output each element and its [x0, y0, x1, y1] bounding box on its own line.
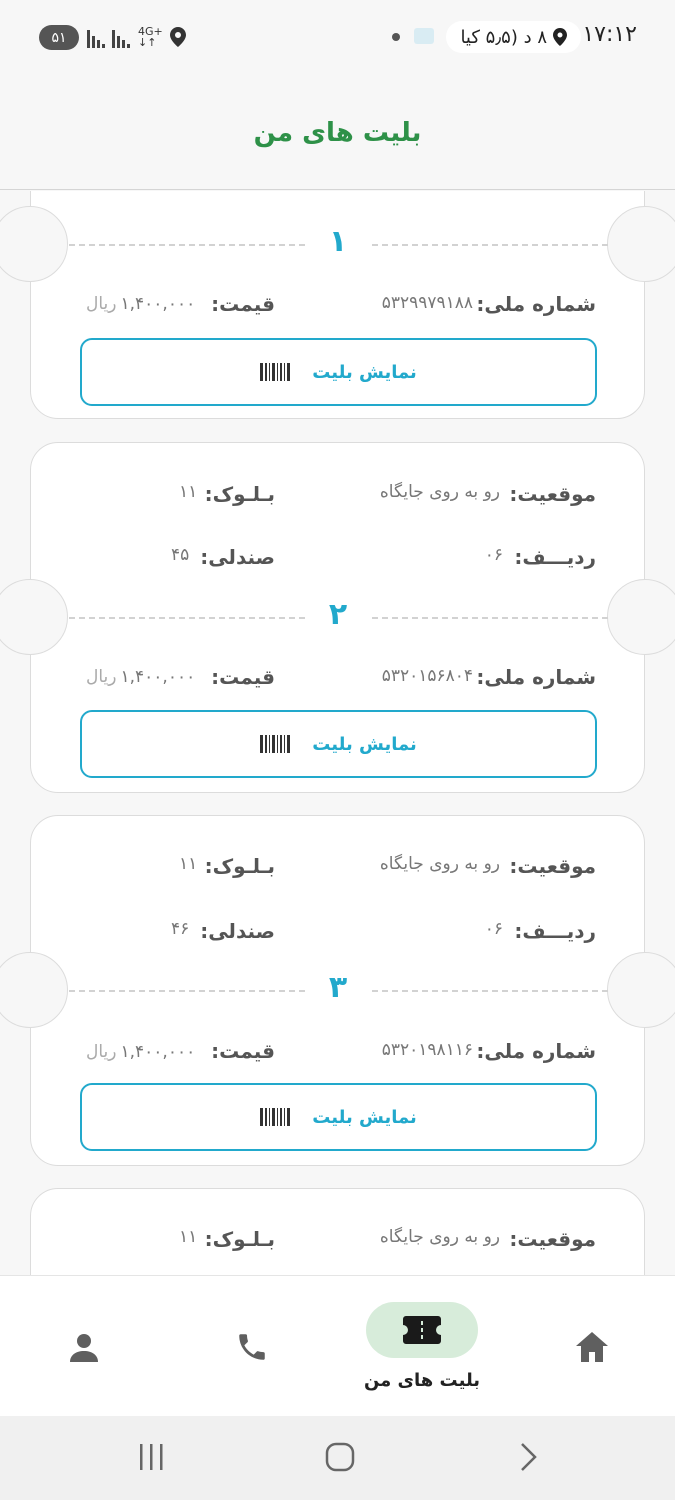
location-value: رو به روی جایگاه: [379, 482, 500, 502]
notification-image-icon: [414, 28, 434, 44]
nav-my-tickets-label: بلیت های من: [363, 1370, 481, 1391]
national-id-value: ۵۳۲۰۱۵۶۸۰۴: [381, 666, 473, 686]
block-label: بـلـوک:: [204, 854, 275, 878]
price-label: قیمت:: [211, 665, 275, 689]
system-navigation-bar: [0, 1416, 675, 1500]
block-value: ۱۱: [179, 482, 198, 502]
barcode-icon: [260, 363, 291, 381]
person-icon: [70, 1333, 98, 1362]
block-value: ۱۱: [179, 854, 198, 874]
recent-apps-icon[interactable]: [136, 1442, 166, 1472]
block-label: بـلـوک:: [204, 1227, 275, 1251]
show-ticket-button[interactable]: نمایش بلیت: [80, 1083, 597, 1151]
national-id-label: شماره ملی:: [476, 665, 596, 689]
row-value: ۰۶: [484, 919, 503, 939]
signal-icon-2: [87, 30, 105, 48]
ticket-notch: [0, 206, 68, 282]
show-ticket-button[interactable]: نمایش بلیت: [80, 338, 597, 406]
tickets-list[interactable]: ۱ شماره ملی: ۵۳۲۹۹۷۹۱۸۸ قیمت: ۱,۴۰۰,۰۰۰ر…: [0, 191, 675, 1275]
ticket-notch: [607, 579, 675, 655]
row-label: ردیـــف:: [514, 919, 596, 943]
row-value: ۰۶: [484, 545, 503, 565]
ticket-divider: [69, 617, 305, 619]
ticket-divider: [69, 244, 305, 246]
block-label: بـلـوک:: [204, 482, 275, 506]
ticket-divider: [372, 244, 608, 246]
seat-value: ۴۵: [171, 545, 190, 565]
row-label: ردیـــف:: [514, 545, 596, 569]
location-value: رو به روی جایگاه: [379, 1227, 500, 1247]
app-header: بلیت های من: [0, 76, 675, 190]
nav-active-indicator: [366, 1302, 478, 1358]
ticket-notch: [0, 579, 68, 655]
location-label: موقعیت:: [509, 482, 596, 506]
navigation-pill: ۸ د (۵٫۵ کیا: [446, 21, 581, 53]
location-pin-icon: [553, 28, 567, 46]
national-id-value: ۵۳۲۰۱۹۸۱۱۶: [381, 1040, 473, 1060]
signal-icon: [112, 30, 130, 48]
ticket-number: ۳: [328, 970, 348, 1005]
ticket-icon: [403, 1316, 441, 1344]
seat-value: ۴۶: [171, 919, 190, 939]
ticket-card: ۱ شماره ملی: ۵۳۲۹۹۷۹۱۸۸ قیمت: ۱,۴۰۰,۰۰۰ر…: [0, 191, 675, 419]
block-value: ۱۱: [179, 1227, 198, 1247]
ticket-notch: [607, 206, 675, 282]
ticket-divider: [69, 990, 305, 992]
ticket-number: ۲: [328, 597, 348, 632]
network-type: 4G+ ↓↑: [138, 25, 163, 49]
nav-profile[interactable]: [44, 1276, 124, 1417]
status-time: ۱۷:۱۲: [582, 22, 637, 47]
ticket-notch: [607, 952, 675, 1028]
price-value: ۱,۴۰۰,۰۰۰ریال: [86, 1042, 196, 1062]
bottom-navigation: بلیت های من: [0, 1275, 675, 1416]
home-button-icon[interactable]: [324, 1441, 356, 1473]
ticket-number: ۱: [328, 224, 348, 259]
show-ticket-button[interactable]: نمایش بلیت: [80, 710, 597, 778]
navigation-info: ۸ د (۵٫۵ کیا: [460, 26, 547, 48]
ticket-card: موقعیت: رو به روی جایگاه بـلـوک: ۱۱ ردیـ…: [0, 442, 675, 793]
ticket-notch: [0, 952, 68, 1028]
nav-home[interactable]: [552, 1276, 632, 1417]
ticket-divider: [372, 990, 608, 992]
barcode-icon: [260, 735, 291, 753]
home-icon: [576, 1331, 608, 1362]
national-id-value: ۵۳۲۹۹۷۹۱۸۸: [381, 293, 473, 313]
location-icon: [170, 27, 186, 47]
page-title: بلیت های من: [253, 117, 422, 148]
location-label: موقعیت:: [509, 1227, 596, 1251]
back-icon[interactable]: [514, 1441, 544, 1473]
nav-my-tickets[interactable]: بلیت های من: [356, 1276, 488, 1417]
price-label: قیمت:: [211, 1039, 275, 1063]
phone-icon: [239, 1333, 265, 1360]
price-value: ۱,۴۰۰,۰۰۰ریال: [86, 294, 196, 314]
national-id-label: شماره ملی:: [476, 1039, 596, 1063]
nav-contact[interactable]: [212, 1276, 292, 1417]
location-value: رو به روی جایگاه: [379, 854, 500, 874]
location-label: موقعیت:: [509, 854, 596, 878]
price-value: ۱,۴۰۰,۰۰۰ریال: [86, 667, 196, 687]
ticket-card: موقعیت: رو به روی جایگاه بـلـوک: ۱۱ ردیـ…: [0, 815, 675, 1166]
ticket-card: موقعیت: رو به روی جایگاه بـلـوک: ۱۱: [30, 1188, 645, 1275]
battery-indicator: ۵۱: [39, 25, 79, 50]
ticket-divider: [372, 617, 608, 619]
price-label: قیمت:: [211, 292, 275, 316]
national-id-label: شماره ملی:: [476, 292, 596, 316]
seat-label: صندلی:: [200, 545, 275, 569]
status-bar: ۱۷:۱۲ ۸ د (۵٫۵ کیا 4G+ ↓↑ ۵۱: [0, 0, 675, 76]
notification-dot-icon: [392, 33, 400, 41]
seat-label: صندلی:: [200, 919, 275, 943]
barcode-icon: [260, 1108, 291, 1126]
